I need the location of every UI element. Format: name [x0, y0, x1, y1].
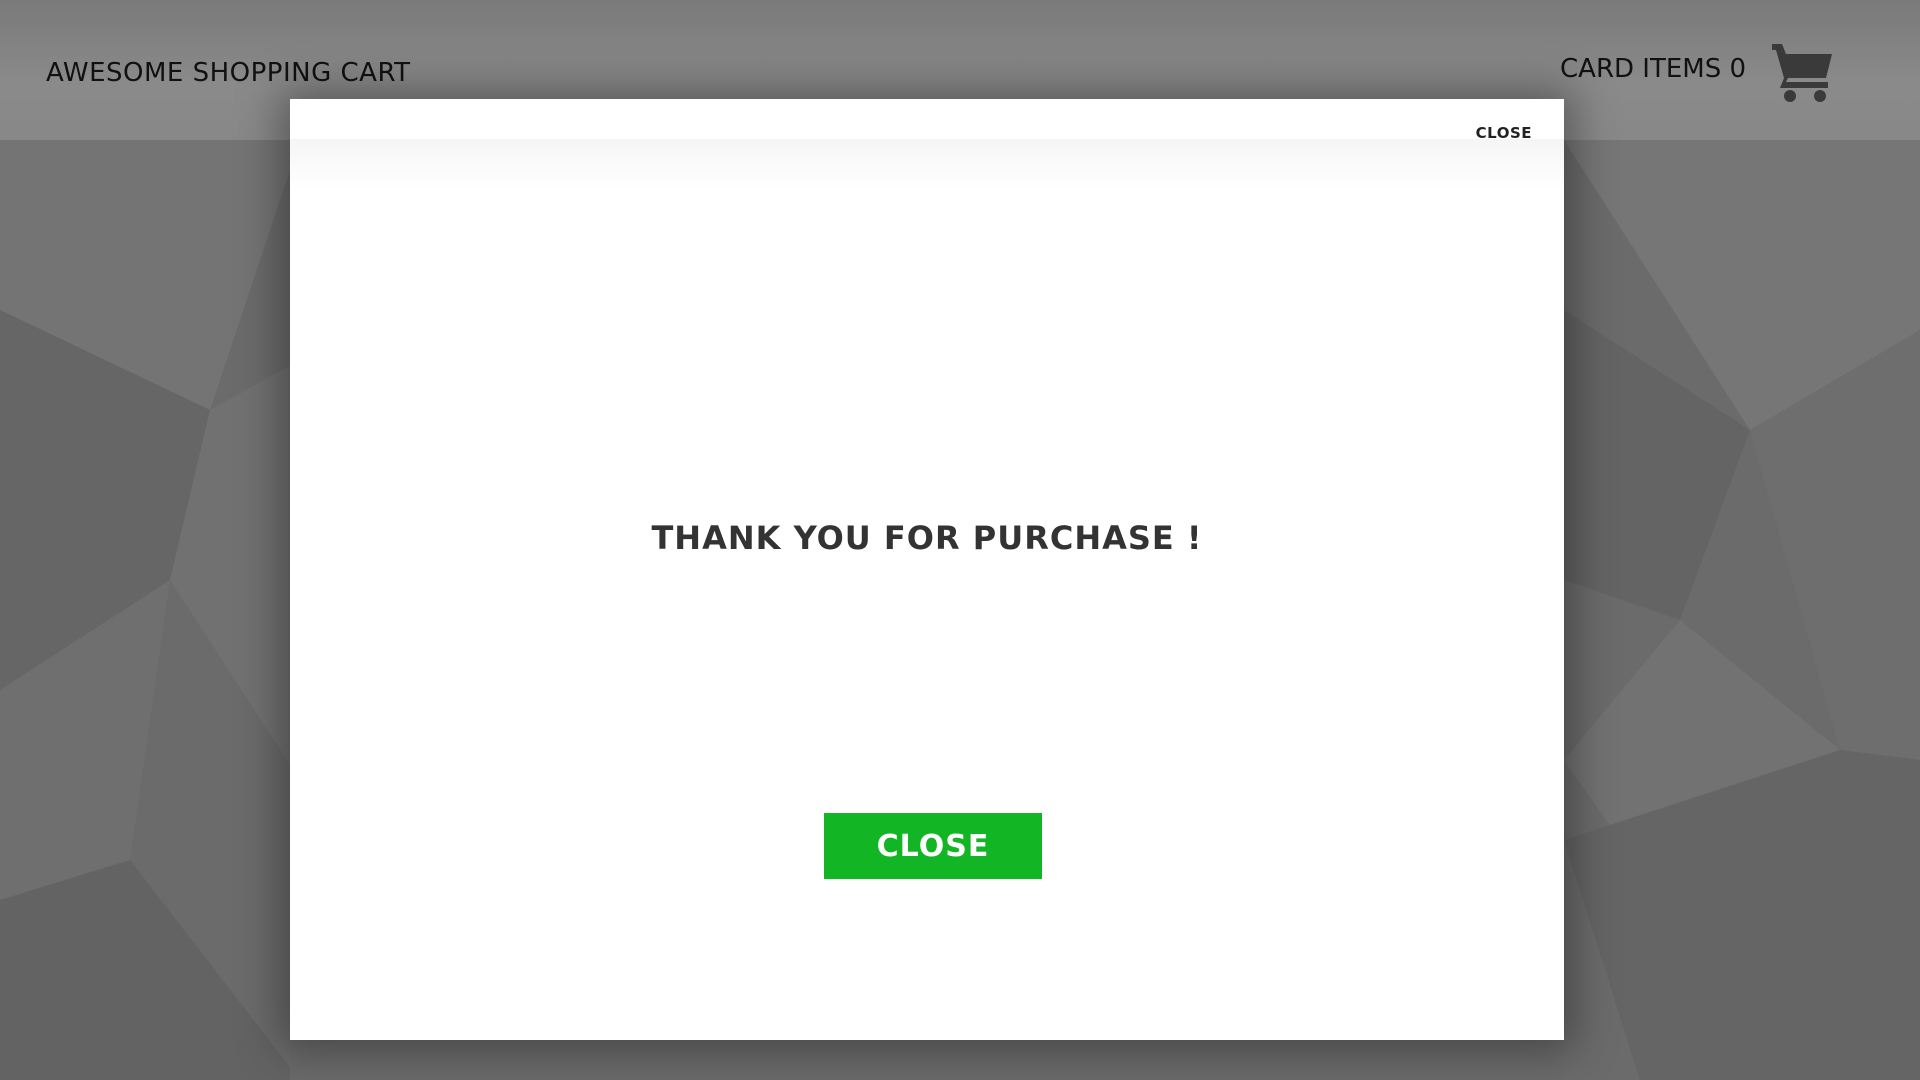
site-title: AWESOME SHOPPING CART [46, 58, 411, 88]
close-button[interactable]: CLOSE [824, 813, 1042, 879]
modal-header [290, 99, 1564, 139]
cart-items-label: CARD ITEMS [1560, 54, 1722, 84]
purchase-confirmation-modal: CLOSE THANK YOU FOR PURCHASE ! CLOSE [290, 99, 1564, 1040]
shopping-cart-icon[interactable] [1770, 40, 1834, 102]
cart-items-counter[interactable]: CARD ITEMS 0 [1560, 54, 1746, 84]
page-sheet [290, 1040, 1564, 1080]
modal-close-link[interactable]: CLOSE [1476, 124, 1532, 142]
thank-you-message: THANK YOU FOR PURCHASE ! [651, 519, 1203, 557]
modal-header-shadow [290, 139, 1564, 189]
cart-items-count: 0 [1729, 54, 1747, 84]
